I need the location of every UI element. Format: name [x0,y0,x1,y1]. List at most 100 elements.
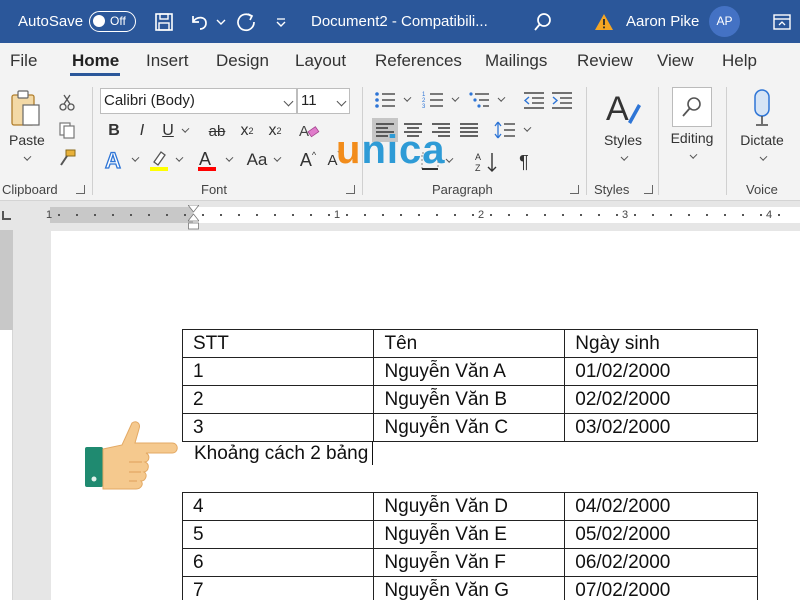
table-1[interactable]: STT Tên Ngày sinh 1 Nguyễn Văn A 01/02/2… [181,329,758,442]
table-cell[interactable]: Nguyễn Văn D [373,492,566,521]
justify-icon[interactable] [456,118,482,142]
tab-design[interactable]: Design [216,43,269,79]
save-icon[interactable] [152,0,176,43]
indent-marker-icon[interactable] [187,204,200,231]
subscript-button[interactable]: x2 [236,120,258,142]
microphone-icon[interactable] [748,87,776,129]
clipboard-launcher-icon[interactable] [76,185,85,194]
table-cell[interactable]: Nguyễn Văn B [373,385,566,414]
change-case-dropdown-icon[interactable] [270,151,282,169]
styles-button[interactable]: Styles [603,132,643,148]
table-cell[interactable]: 07/02/2000 [564,576,758,600]
ribbon-display-options-icon[interactable] [770,0,794,43]
multilevel-dropdown-icon[interactable] [494,92,506,108]
warning-icon[interactable] [592,0,616,43]
line-spacing-icon[interactable] [492,118,518,142]
avatar[interactable]: AP [709,6,740,37]
editing-button[interactable]: Editing [664,130,720,146]
superscript-button[interactable]: x2 [264,120,286,142]
numbering-icon[interactable]: 123 [420,89,446,111]
styles-dropdown-icon[interactable] [617,153,629,164]
editing-search-icon[interactable] [672,87,712,127]
underline-button[interactable]: U [158,120,178,142]
multilevel-list-icon[interactable] [466,89,492,111]
table-cell[interactable]: 7 [181,576,375,600]
tab-layout[interactable]: Layout [295,43,346,79]
table-cell[interactable]: 03/02/2000 [564,413,758,442]
styles-icon[interactable]: A [603,87,643,133]
numbering-dropdown-icon[interactable] [448,92,460,108]
customize-toolbar-icon[interactable] [272,0,290,43]
table-cell[interactable]: Ngày sinh [564,329,758,358]
bullets-icon[interactable] [372,89,398,111]
table-cell[interactable]: 3 [181,413,375,442]
font-name-combo[interactable]: Calibri (Body) [100,88,297,114]
underline-dropdown-icon[interactable] [178,120,190,142]
bold-button[interactable]: B [104,120,124,142]
format-painter-icon[interactable] [56,147,78,169]
highlight-dropdown-icon[interactable] [172,151,184,169]
table-cell[interactable]: Nguyễn Văn G [373,576,566,600]
font-size-combo[interactable]: 11 [297,88,350,114]
gap-paragraph[interactable]: Khoảng cách 2 bảng [194,443,368,465]
paste-button[interactable]: Paste [9,132,45,148]
table-cell[interactable]: 06/02/2000 [564,548,758,577]
tab-mailings[interactable]: Mailings [485,43,547,79]
tab-file[interactable]: File [10,43,37,79]
dictate-dropdown-icon[interactable] [756,153,768,164]
show-formatting-button[interactable]: ¶ [512,149,536,175]
redo-icon[interactable] [233,0,259,43]
bullets-dropdown-icon[interactable] [400,92,412,108]
styles-launcher-icon[interactable] [644,185,653,194]
table-cell[interactable]: 4 [181,492,375,521]
vertical-ruler[interactable] [0,230,13,600]
font-launcher-icon[interactable] [346,185,355,194]
undo-dropdown-icon[interactable] [214,0,228,43]
table-cell[interactable]: 05/02/2000 [564,520,758,549]
change-case-button[interactable]: Aa [244,147,270,173]
table-cell[interactable]: 02/02/2000 [564,385,758,414]
tab-view[interactable]: View [657,43,694,79]
table-cell[interactable]: 6 [181,548,375,577]
cut-icon[interactable] [56,91,78,113]
font-color-icon[interactable]: A [194,147,220,173]
document-page[interactable]: STT Tên Ngày sinh 1 Nguyễn Văn A 01/02/2… [51,231,800,600]
table-cell[interactable]: STT [181,329,375,358]
paste-icon[interactable] [6,87,46,131]
grow-font-button[interactable]: A ^ [298,147,318,173]
table-cell[interactable]: 5 [181,520,375,549]
table-cell[interactable]: Nguyễn Văn F [373,548,566,577]
paste-dropdown-icon[interactable] [20,153,32,164]
tab-insert[interactable]: Insert [146,43,189,79]
table-cell[interactable]: Nguyễn Văn C [373,413,566,442]
clear-formatting-icon[interactable]: A [296,119,322,143]
font-color-dropdown-icon[interactable] [222,151,234,169]
line-spacing-dropdown-icon[interactable] [520,122,532,138]
dictate-button[interactable]: Dictate [734,132,790,148]
undo-icon[interactable] [186,0,212,43]
sort-icon[interactable]: AZ [474,149,500,175]
autosave-toggle[interactable]: Off [89,11,136,32]
table-cell[interactable]: 04/02/2000 [564,492,758,521]
increase-indent-icon[interactable] [550,89,574,111]
decrease-indent-icon[interactable] [522,89,546,111]
tab-selector-icon[interactable] [2,211,11,220]
italic-button[interactable]: I [132,120,152,142]
horizontal-ruler[interactable]: 1 1 2 3 4 [0,201,800,230]
table-cell[interactable]: Tên [373,329,566,358]
copy-icon[interactable] [56,119,78,141]
text-effects-dropdown-icon[interactable] [128,151,140,169]
text-effects-icon[interactable]: A [102,147,128,173]
table-2[interactable]: 4 Nguyễn Văn D 04/02/2000 5 Nguyễn Văn E… [181,492,758,600]
paragraph-launcher-icon[interactable] [570,185,579,194]
search-icon[interactable] [530,0,556,43]
tab-help[interactable]: Help [722,43,757,79]
table-cell[interactable]: Nguyễn Văn A [373,357,566,386]
tab-references[interactable]: References [375,43,462,79]
highlight-icon[interactable] [146,147,172,173]
user-name[interactable]: Aaron Pike [626,0,699,43]
table-cell[interactable]: 01/02/2000 [564,357,758,386]
table-cell[interactable]: 2 [181,385,375,414]
editing-dropdown-icon[interactable] [686,151,698,162]
tab-review[interactable]: Review [577,43,633,79]
